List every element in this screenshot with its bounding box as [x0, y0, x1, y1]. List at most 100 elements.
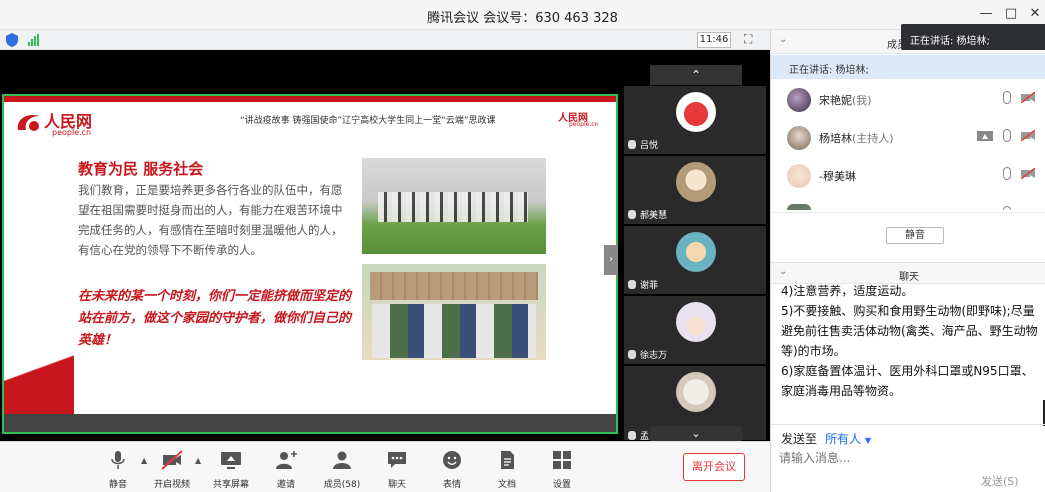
members-icon: [333, 451, 351, 469]
thumb-scroll-up-icon[interactable]: ⌃: [650, 65, 742, 85]
emoji-label: 表情: [442, 480, 461, 490]
meeting-clock: 11:46: [697, 32, 731, 48]
video-options-icon[interactable]: ▲: [195, 456, 201, 465]
microphone-icon: [1003, 206, 1011, 210]
members-button[interactable]: 成员(58): [318, 450, 366, 490]
thumb-scroll-down-icon[interactable]: ⌄: [650, 426, 742, 441]
microphone-icon: [111, 451, 125, 469]
mute-button[interactable]: 静音: [94, 450, 142, 490]
send-to-recipient-dropdown[interactable]: 所有人 ▼: [825, 430, 871, 447]
participant-thumb[interactable]: 吕悦: [624, 86, 766, 154]
participant-thumb[interactable]: 谢菲: [624, 226, 766, 294]
participant-name: 谢菲: [640, 281, 659, 291]
chat-composer: 发送至 所有人 ▼ 发送(S): [771, 424, 1045, 492]
graduates-photo: [362, 158, 546, 254]
send-to-label: 发送至: [781, 432, 818, 446]
signal-icon: [28, 34, 39, 46]
slide-paragraph: 我们教育，正是要培养更多各行各业的队伍中，有愿望在祖国需要时挺身而出的人，有能力…: [78, 183, 343, 257]
participant-thumb[interactable]: 徐志万: [624, 296, 766, 364]
chat-icon: [388, 452, 406, 468]
slide-heading: 教育为民 服务社会: [78, 160, 204, 178]
shared-slide: 人民网 people.cn “讲战疫故事 铸强国使命”辽宁高校大学生同上一堂“云…: [2, 94, 618, 434]
avatar: [676, 162, 716, 202]
slide-banner-logo-sub: people.cn: [569, 121, 599, 128]
camera-off-icon: [161, 450, 183, 470]
emoji-button[interactable]: 表情: [428, 450, 476, 490]
member-name: 宋艳妮: [819, 94, 852, 107]
mute-all-button[interactable]: 静音: [886, 227, 944, 244]
people-logo-icon: [17, 114, 40, 131]
share-screen-button[interactable]: 共享屏幕: [207, 450, 255, 490]
microphone-icon[interactable]: [1003, 91, 1011, 104]
fullscreen-icon[interactable]: ⛶: [744, 32, 752, 47]
collapse-thumbs-icon[interactable]: ›: [604, 245, 618, 275]
send-to-value: 所有人: [825, 432, 862, 446]
add-user-icon: [276, 451, 297, 469]
meeting-toolbar: 静音 ▲ 开启视频 ▲ 共享屏幕 邀请 成员(58) 聊天 表情 文档 设置 离…: [0, 441, 770, 492]
mic-icon: [628, 140, 636, 149]
member-row[interactable]: 宋艳妮(我): [771, 80, 1045, 118]
video-button[interactable]: 开启视频: [148, 450, 196, 490]
avatar: [676, 232, 716, 272]
participant-name: 徐志万: [640, 351, 668, 361]
invite-label: 邀请: [276, 480, 295, 490]
share-screen-icon: [221, 452, 241, 469]
speaking-bar-text: 正在讲话: 杨培林;: [789, 65, 869, 76]
invite-button[interactable]: 邀请: [262, 450, 310, 490]
health-workers-illustration: [362, 264, 546, 360]
chat-message: 4)注意营养，适度运动。: [781, 284, 914, 298]
slide-calligraphy: 在未来的某一个时刻，你们一定能挤做而坚定的站在前方，做这个家园的守护者，做你们自…: [78, 289, 352, 348]
avatar: [787, 88, 811, 112]
mic-icon: [628, 350, 636, 359]
minimize-button[interactable]: —: [978, 6, 994, 22]
member-row[interactable]: -穆美琳: [771, 156, 1045, 194]
microphone-icon[interactable]: [1003, 167, 1011, 180]
microphone-icon[interactable]: [1003, 129, 1011, 142]
mic-options-icon[interactable]: ▲: [141, 456, 147, 465]
chat-message-input[interactable]: [779, 449, 979, 467]
members-footer: 静音: [771, 212, 1045, 252]
camera-off-icon[interactable]: [1021, 130, 1035, 141]
mute-label: 静音: [108, 480, 127, 490]
emoji-icon: [443, 451, 461, 469]
chat-button[interactable]: 聊天: [373, 450, 421, 490]
document-icon: [501, 451, 514, 469]
camera-off-icon[interactable]: [1021, 92, 1035, 103]
members-label: 成员(58): [323, 480, 361, 490]
chat-message: 6)家庭备置体温计、医用外科口罩或N95口罩、家庭消毒用品等物资。: [781, 364, 1034, 398]
member-tag: (我): [852, 94, 872, 107]
collapse-chat-icon[interactable]: ⌄: [779, 266, 787, 277]
participant-name: 郝美慧: [640, 211, 668, 221]
collapse-members-icon[interactable]: ⌄: [779, 34, 787, 45]
mic-icon: [628, 431, 636, 440]
speaking-bar: 正在讲话: 杨培林;: [771, 55, 1045, 79]
avatar: [787, 126, 811, 150]
chat-message: 5)不要接触、购买和食用野生动物(即野味);尽量避免前往售卖活体动物(禽类、海产…: [781, 304, 1038, 358]
send-button[interactable]: 发送(S): [981, 473, 1019, 489]
settings-label: 设置: [552, 480, 571, 490]
avatar: [676, 302, 716, 342]
security-shield-icon[interactable]: [6, 33, 18, 47]
participant-thumb[interactable]: 郝美慧: [624, 156, 766, 224]
slide-video-controls: [4, 414, 616, 432]
meeting-info-bar: 11:46 ⛶: [0, 30, 770, 50]
member-row[interactable]: 杨培林(主持人): [771, 118, 1045, 156]
participant-name: 吕悦: [640, 141, 659, 151]
chevron-down-icon: ▼: [864, 436, 871, 445]
settings-grid-icon: [553, 451, 571, 469]
camera-off-icon[interactable]: [1021, 168, 1035, 179]
slide-top-stripe: [4, 96, 616, 102]
docs-button[interactable]: 文档: [483, 450, 531, 490]
slide-banner: “讲战疫故事 铸强国使命”辽宁高校大学生同上一堂“云端”思政课: [240, 116, 496, 126]
speaking-tooltip: 正在讲话: 杨培林;: [901, 24, 1045, 50]
mic-icon: [628, 280, 636, 289]
maximize-button[interactable]: □: [1003, 6, 1019, 22]
video-stage: 人民网 people.cn “讲战疫故事 铸强国使命”辽宁高校大学生同上一堂“云…: [0, 50, 770, 442]
mic-icon: [628, 210, 636, 219]
close-button[interactable]: ✕: [1027, 6, 1043, 22]
share-label: 共享屏幕: [212, 480, 249, 490]
member-name: 杨培林: [819, 132, 852, 145]
settings-button[interactable]: 设置: [538, 450, 586, 490]
avatar: [787, 164, 811, 188]
leave-meeting-button[interactable]: 离开会议: [683, 453, 745, 481]
